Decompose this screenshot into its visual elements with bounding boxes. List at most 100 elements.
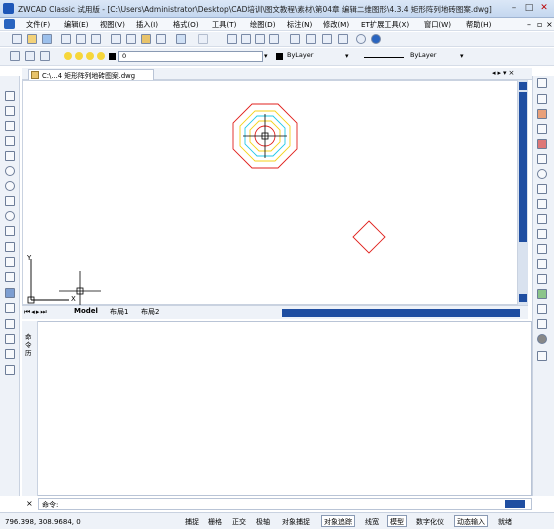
redo-icon[interactable]	[198, 34, 208, 44]
polar-toggle[interactable]: 极轴	[253, 515, 273, 527]
otrack-toggle[interactable]: 对象追踪	[321, 515, 355, 527]
construction-line-icon[interactable]	[5, 106, 15, 116]
design-center-icon[interactable]	[306, 34, 316, 44]
print-preview-icon[interactable]	[76, 34, 86, 44]
layer-manager-icon[interactable]	[10, 51, 20, 61]
document-tab[interactable]: C:\...4 矩形阵列地砖图案.dwg	[28, 69, 154, 80]
doc-restore-button[interactable]: ▫	[537, 20, 542, 29]
ellipse-icon[interactable]	[5, 181, 15, 191]
menu-file[interactable]: 文件(F)	[26, 20, 50, 30]
tab-layout2[interactable]: 布局2	[141, 307, 159, 317]
snap-toggle[interactable]: 捕捉	[182, 515, 202, 527]
sun-icon[interactable]	[75, 52, 83, 60]
cut-icon[interactable]	[111, 34, 121, 44]
boundary-icon[interactable]	[5, 334, 15, 344]
color-combo[interactable]: ByLayer	[284, 51, 352, 62]
dynamic-input-toggle[interactable]: 动态输入	[454, 515, 488, 527]
arc-icon[interactable]	[5, 151, 15, 161]
command-line[interactable]: 命令:	[38, 498, 532, 510]
erase-icon[interactable]	[537, 78, 547, 88]
find-icon[interactable]	[356, 34, 366, 44]
copy-icon[interactable]	[126, 34, 136, 44]
properties-icon[interactable]	[290, 34, 300, 44]
circle-icon[interactable]	[5, 166, 15, 176]
line-tool-icon[interactable]	[5, 91, 15, 101]
offset-icon[interactable]	[537, 124, 547, 134]
paste-icon[interactable]	[141, 34, 151, 44]
extend-icon[interactable]	[537, 229, 547, 239]
linetype-combo[interactable]: ByLayer	[407, 51, 457, 62]
menu-et-tools[interactable]: ET扩展工具(X)	[361, 20, 409, 30]
wipeout-icon[interactable]	[5, 319, 15, 329]
menu-insert[interactable]: 插入(I)	[136, 20, 158, 30]
properties-panel-icon[interactable]	[537, 351, 547, 361]
stretch-icon[interactable]	[537, 199, 547, 209]
region-icon[interactable]	[5, 303, 15, 313]
zoom-previous-icon[interactable]	[269, 34, 279, 44]
scroll-up-icon[interactable]	[519, 82, 527, 90]
layout-nav-icon[interactable]: ⏮◂▸⏭	[24, 308, 48, 317]
menu-edit[interactable]: 编辑(E)	[64, 20, 89, 30]
print-icon[interactable]	[61, 34, 71, 44]
array-icon[interactable]	[537, 139, 547, 149]
tab-layout1[interactable]: 布局1	[110, 307, 128, 317]
revcloud-icon[interactable]	[5, 196, 15, 206]
lengthen-icon[interactable]	[537, 319, 547, 329]
ellipse-arc-icon[interactable]	[5, 211, 15, 221]
polygon-icon[interactable]	[5, 121, 15, 131]
menu-view[interactable]: 视图(V)	[100, 20, 125, 30]
vertical-scroll-thumb[interactable]	[519, 92, 527, 242]
join-icon[interactable]	[537, 259, 547, 269]
model-toggle[interactable]: 模型	[387, 515, 407, 527]
doc-minimize-button[interactable]: –	[527, 20, 531, 29]
plot-icon[interactable]	[97, 52, 105, 60]
close-button[interactable]: ✕	[538, 2, 550, 14]
publish-icon[interactable]	[91, 34, 101, 44]
zoom-realtime-icon[interactable]	[241, 34, 251, 44]
layer-state-icon[interactable]	[40, 51, 50, 61]
menu-modify[interactable]: 修改(M)	[323, 20, 349, 30]
menu-dimension[interactable]: 标注(N)	[287, 20, 312, 30]
vertical-scrollbar[interactable]	[518, 80, 528, 305]
spline-icon[interactable]	[5, 226, 15, 236]
layer-previous-icon[interactable]	[25, 51, 35, 61]
trim-icon[interactable]	[537, 214, 547, 224]
tab-model[interactable]: Model	[74, 307, 98, 315]
command-scroll-thumb[interactable]	[505, 500, 525, 508]
chevron-down-icon[interactable]: ▾	[345, 52, 349, 60]
edit-polyline-icon[interactable]	[537, 334, 547, 344]
hatch-icon[interactable]	[5, 288, 15, 298]
minimize-button[interactable]: –	[508, 2, 520, 14]
maximize-button[interactable]: □	[523, 2, 535, 14]
undo-icon[interactable]	[176, 34, 186, 44]
copy-object-icon[interactable]	[537, 94, 547, 104]
menu-help[interactable]: 帮助(H)	[466, 20, 491, 30]
horizontal-scroll-thumb[interactable]	[282, 309, 520, 317]
help-icon[interactable]	[371, 34, 381, 44]
zoom-window-icon[interactable]	[255, 34, 265, 44]
explode-icon[interactable]	[537, 304, 547, 314]
mirror-icon[interactable]	[537, 109, 547, 119]
fillet-icon[interactable]	[537, 289, 547, 299]
lightbulb-icon[interactable]	[64, 52, 72, 60]
calculator-icon[interactable]	[338, 34, 348, 44]
ortho-toggle[interactable]: 正交	[229, 515, 249, 527]
move-icon[interactable]	[537, 154, 547, 164]
digitizer-toggle[interactable]: 数字化仪	[413, 515, 447, 527]
pan-icon[interactable]	[227, 34, 237, 44]
doc-close-button[interactable]: ×	[546, 20, 553, 29]
scroll-down-icon[interactable]	[519, 294, 527, 302]
open-icon[interactable]	[27, 34, 37, 44]
chevron-down-icon[interactable]: ▾	[264, 52, 268, 60]
layer-combo[interactable]: 0	[118, 51, 263, 62]
menu-tools[interactable]: 工具(T)	[212, 20, 236, 30]
tool-palettes-icon[interactable]	[322, 34, 332, 44]
menu-format[interactable]: 格式(O)	[173, 20, 199, 30]
mtext-icon[interactable]	[5, 365, 15, 375]
rotate-icon[interactable]	[537, 169, 547, 179]
match-properties-icon[interactable]	[156, 34, 166, 44]
grid-toggle[interactable]: 栅格	[205, 515, 225, 527]
scale-icon[interactable]	[537, 184, 547, 194]
lineweight-toggle[interactable]: 线宽	[362, 515, 382, 527]
save-icon[interactable]	[42, 34, 52, 44]
